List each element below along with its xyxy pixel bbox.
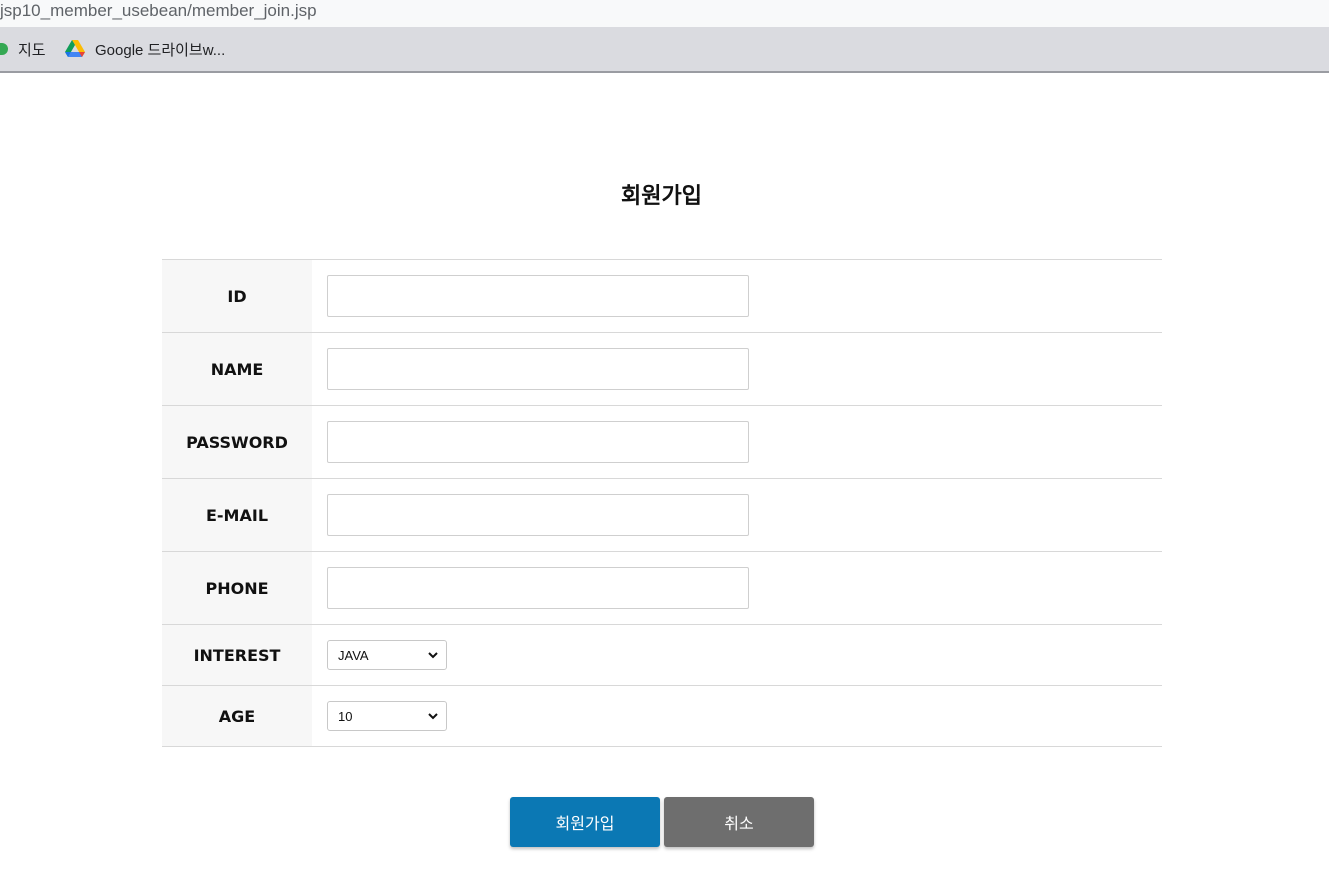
form-row-password: PASSWORD bbox=[162, 406, 1162, 479]
form-row-interest: INTEREST JAVA bbox=[162, 625, 1162, 686]
bookmark-map[interactable]: 지도 bbox=[0, 27, 46, 71]
form-actions: 회원가입 취소 bbox=[510, 797, 814, 847]
field-label: PHONE bbox=[162, 552, 312, 624]
field-label: ID bbox=[162, 260, 312, 332]
field-label: AGE bbox=[162, 686, 312, 746]
form-row-age: AGE 10 bbox=[162, 686, 1162, 747]
email-input[interactable] bbox=[327, 494, 749, 536]
cancel-button[interactable]: 취소 bbox=[664, 797, 814, 847]
interest-select[interactable]: JAVA bbox=[327, 640, 447, 670]
form-row-email: E-MAIL bbox=[162, 479, 1162, 552]
google-drive-icon bbox=[65, 40, 85, 57]
chevron-down-icon bbox=[428, 713, 438, 720]
interest-selected-value: JAVA bbox=[338, 647, 369, 663]
age-selected-value: 10 bbox=[338, 708, 353, 724]
address-bar[interactable]: jsp10_member_usebean/member_join.jsp bbox=[0, 0, 1329, 27]
bookmark-label: 지도 bbox=[18, 41, 46, 59]
id-input[interactable] bbox=[327, 275, 749, 317]
field-label: INTEREST bbox=[162, 625, 312, 685]
form-row-name: NAME bbox=[162, 333, 1162, 406]
bookmark-label: Google 드라이브w... bbox=[95, 41, 226, 59]
chevron-down-icon bbox=[428, 652, 438, 659]
join-button[interactable]: 회원가입 bbox=[510, 797, 660, 847]
url-text: jsp10_member_usebean/member_join.jsp bbox=[0, 1, 317, 20]
form-row-phone: PHONE bbox=[162, 552, 1162, 625]
bookmark-google-drive[interactable]: Google 드라이브w... bbox=[65, 27, 225, 71]
member-join-form: ID NAME PASSWORD E-MAIL PHONE INTEREST J… bbox=[162, 259, 1162, 747]
field-label: NAME bbox=[162, 333, 312, 405]
page-title: 회원가입 bbox=[621, 184, 702, 209]
age-select[interactable]: 10 bbox=[327, 701, 447, 731]
field-label: PASSWORD bbox=[162, 406, 312, 478]
phone-input[interactable] bbox=[327, 567, 749, 609]
name-input[interactable] bbox=[327, 348, 749, 390]
field-label: E-MAIL bbox=[162, 479, 312, 551]
bookmarks-bar: 지도 Google 드라이브w... bbox=[0, 27, 1329, 73]
form-row-id: ID bbox=[162, 260, 1162, 333]
password-input[interactable] bbox=[327, 421, 749, 463]
map-icon bbox=[0, 43, 8, 55]
